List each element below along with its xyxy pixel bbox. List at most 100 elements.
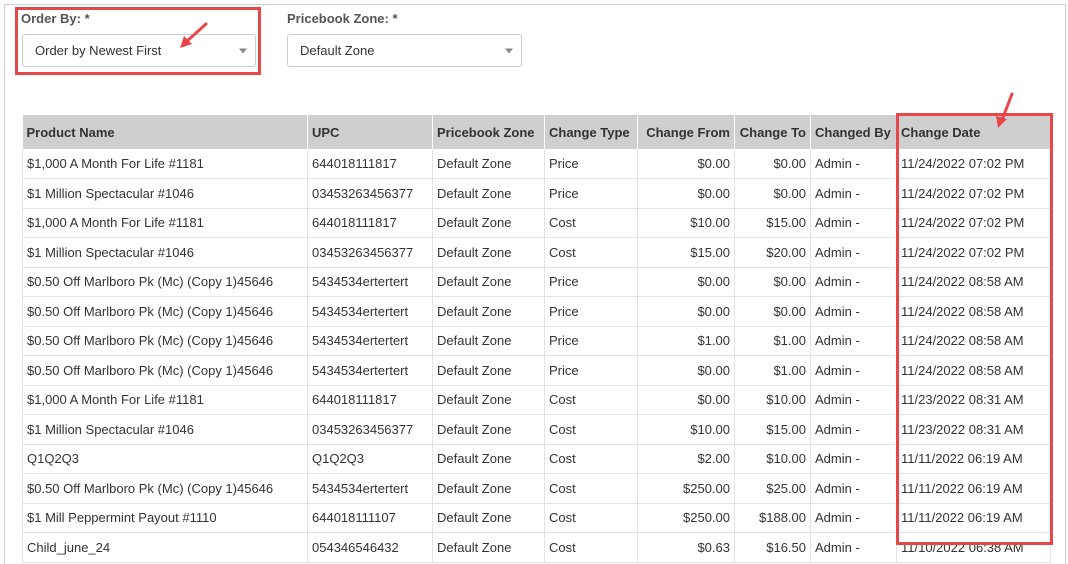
- cell-upc: 644018111817: [307, 149, 433, 179]
- cell-changed-by: Admin -: [810, 296, 897, 327]
- cell-change-to: $1.00: [734, 355, 811, 386]
- cell-pricebook-zone: Default Zone: [432, 296, 545, 327]
- cell-product-name: $0.50 Off Marlboro Pk (Mc) (Copy 1)45646: [22, 267, 308, 297]
- cell-upc: 5434534ertertert: [307, 326, 433, 356]
- cell-changed-by: Admin -: [810, 503, 897, 533]
- cell-product-name: $1,000 A Month For Life #1181: [22, 208, 308, 238]
- cell-product-name: Q1Q2Q3: [22, 444, 308, 474]
- cell-change-type: Price: [544, 267, 638, 297]
- cell-change-type: Price: [544, 149, 638, 179]
- change-date-highlight-box: [896, 113, 1053, 545]
- cell-change-from: $250.00: [637, 503, 735, 533]
- cell-pricebook-zone: Default Zone: [432, 149, 545, 179]
- cell-change-to: $1.00: [734, 326, 811, 356]
- header-change-from[interactable]: Change From: [637, 115, 735, 149]
- cell-change-to: $0.00: [734, 296, 811, 327]
- cell-pricebook-zone: Default Zone: [432, 473, 545, 504]
- cell-change-from: $0.00: [637, 296, 735, 327]
- cell-change-from: $0.00: [637, 355, 735, 386]
- header-change-type[interactable]: Change Type: [544, 115, 638, 149]
- cell-changed-by: Admin -: [810, 208, 897, 238]
- cell-changed-by: Admin -: [810, 444, 897, 474]
- cell-change-type: Cost: [544, 444, 638, 474]
- header-change-to[interactable]: Change To: [734, 115, 811, 149]
- cell-pricebook-zone: Default Zone: [432, 267, 545, 297]
- cell-changed-by: Admin -: [810, 355, 897, 386]
- cell-change-type: Price: [544, 296, 638, 327]
- cell-pricebook-zone: Default Zone: [432, 237, 545, 268]
- header-changed-by[interactable]: Changed By: [810, 115, 897, 149]
- cell-change-from: $0.00: [637, 267, 735, 297]
- cell-change-type: Cost: [544, 208, 638, 238]
- cell-change-from: $2.00: [637, 444, 735, 474]
- header-pricebook-zone[interactable]: Pricebook Zone: [432, 115, 545, 149]
- header-product-name[interactable]: Product Name: [22, 115, 308, 149]
- cell-change-to: $10.00: [734, 385, 811, 415]
- cell-changed-by: Admin -: [810, 473, 897, 504]
- cell-pricebook-zone: Default Zone: [432, 414, 545, 445]
- cell-change-to: $188.00: [734, 503, 811, 533]
- cell-upc: Q1Q2Q3: [307, 444, 433, 474]
- cell-change-type: Cost: [544, 503, 638, 533]
- cell-upc: 644018111107: [307, 503, 433, 533]
- cell-change-type: Cost: [544, 385, 638, 415]
- cell-change-from: $1.00: [637, 326, 735, 356]
- pricebook-zone-value: Default Zone: [300, 43, 375, 58]
- cell-change-type: Price: [544, 178, 638, 209]
- pricebook-zone-select[interactable]: Default Zone: [287, 34, 522, 67]
- cell-change-to: $0.00: [734, 178, 811, 209]
- cell-change-from: $15.00: [637, 237, 735, 268]
- cell-change-from: $0.00: [637, 149, 735, 179]
- order-by-highlight-box: [15, 7, 261, 75]
- cell-changed-by: Admin -: [810, 267, 897, 297]
- cell-change-to: $0.00: [734, 267, 811, 297]
- cell-change-to: $15.00: [734, 208, 811, 238]
- cell-changed-by: Admin -: [810, 178, 897, 209]
- cell-changed-by: Admin -: [810, 149, 897, 179]
- cell-change-type: Price: [544, 326, 638, 356]
- cell-changed-by: Admin -: [810, 385, 897, 415]
- header-upc[interactable]: UPC: [307, 115, 433, 149]
- arrow-annotation-icon: [996, 92, 1014, 128]
- cell-product-name: $1 Million Spectacular #1046: [22, 178, 308, 209]
- cell-upc: 5434534ertertert: [307, 355, 433, 386]
- cell-upc: 03453263456377: [307, 414, 433, 445]
- cell-upc: 03453263456377: [307, 178, 433, 209]
- cell-product-name: $1 Mill Peppermint Payout #1110: [22, 503, 308, 533]
- cell-change-from: $0.00: [637, 385, 735, 415]
- cell-changed-by: Admin -: [810, 326, 897, 356]
- cell-upc: 03453263456377: [307, 237, 433, 268]
- cell-product-name: $0.50 Off Marlboro Pk (Mc) (Copy 1)45646: [22, 326, 308, 356]
- cell-change-from: $0.00: [637, 178, 735, 209]
- cell-change-to: $15.00: [734, 414, 811, 445]
- cell-product-name: $0.50 Off Marlboro Pk (Mc) (Copy 1)45646: [22, 473, 308, 504]
- cell-pricebook-zone: Default Zone: [432, 385, 545, 415]
- arrow-annotation-icon: [180, 22, 208, 48]
- cell-change-type: Cost: [544, 237, 638, 268]
- cell-change-to: $10.00: [734, 444, 811, 474]
- cell-change-from: $10.00: [637, 208, 735, 238]
- cell-change-from: $250.00: [637, 473, 735, 504]
- cell-product-name: $1 Million Spectacular #1046: [22, 414, 308, 445]
- cell-change-to: $25.00: [734, 473, 811, 504]
- chevron-down-icon: [505, 48, 513, 53]
- cell-change-type: Price: [544, 355, 638, 386]
- cell-change-from: $10.00: [637, 414, 735, 445]
- cell-change-to: $20.00: [734, 237, 811, 268]
- cell-pricebook-zone: Default Zone: [432, 355, 545, 386]
- cell-upc: 5434534ertertert: [307, 296, 433, 327]
- pricebook-zone-label: Pricebook Zone: *: [287, 11, 398, 26]
- cell-changed-by: Admin -: [810, 414, 897, 445]
- cell-product-name: $1,000 A Month For Life #1181: [22, 385, 308, 415]
- cell-upc: 5434534ertertert: [307, 267, 433, 297]
- cell-upc: 644018111817: [307, 385, 433, 415]
- cell-upc: 644018111817: [307, 208, 433, 238]
- cell-pricebook-zone: Default Zone: [432, 178, 545, 209]
- cell-pricebook-zone: Default Zone: [432, 503, 545, 533]
- cell-pricebook-zone: Default Zone: [432, 208, 545, 238]
- cell-changed-by: Admin -: [810, 237, 897, 268]
- cell-upc: 5434534ertertert: [307, 473, 433, 504]
- cell-change-type: Cost: [544, 473, 638, 504]
- cell-product-name: $0.50 Off Marlboro Pk (Mc) (Copy 1)45646: [22, 355, 308, 386]
- cell-change-type: Cost: [544, 414, 638, 445]
